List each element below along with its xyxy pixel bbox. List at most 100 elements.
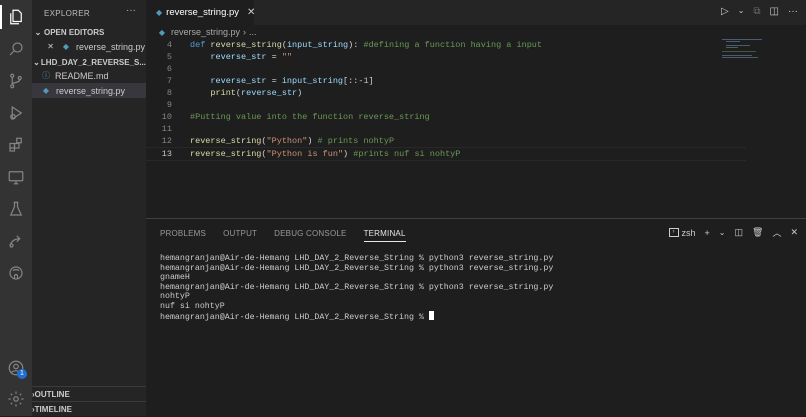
more-actions-icon[interactable]: ··· <box>788 6 798 17</box>
split-editor-icon[interactable]: ◫ <box>770 6 779 17</box>
breadcrumb: ◆ reverse_string.py › ... <box>146 25 806 39</box>
trash-icon[interactable]: 🗑 <box>752 227 763 238</box>
tab-output[interactable]: OUTPUT <box>223 229 257 242</box>
file-name: README.md <box>55 70 109 81</box>
activity-bar: 1 <box>0 0 32 416</box>
compare-icon[interactable]: ⧉ <box>753 6 760 17</box>
code-token: #Putting value into the function reverse… <box>190 112 430 122</box>
more-actions-icon[interactable]: ··· <box>126 5 136 16</box>
maximize-panel-icon[interactable]: ︿ <box>772 226 781 239</box>
breadcrumb-file[interactable]: reverse_string.py <box>171 27 240 37</box>
timeline-label: TIMELINE <box>34 405 73 414</box>
explorer-icon[interactable] <box>6 7 26 27</box>
code-line[interactable]: 10 #Putting value into the function rever… <box>146 111 746 123</box>
explorer-title: EXPLORER <box>44 9 90 18</box>
tab-problems[interactable]: PROBLEMS <box>160 229 206 242</box>
code-line[interactable]: 7 reverse_str = input_string [::- 1] <box>146 75 746 87</box>
tab-bar: ◆ reverse_string.py ✕ ▷ ⌄ ⧉ ◫ ··· <box>146 0 806 25</box>
terminal-output[interactable]: hemangranjan@Air-de-Hemang LHD_DAY_2_Rev… <box>160 254 790 322</box>
code-token: reverse_string <box>190 149 262 159</box>
code-token: ] <box>368 76 374 86</box>
code-line[interactable]: 6 <box>146 63 746 75</box>
tab-debug-console[interactable]: DEBUG CONSOLE <box>274 229 346 242</box>
split-terminal-icon[interactable]: ◫ <box>734 227 743 238</box>
terminal-line: hemangranjan@Air-de-Hemang LHD_DAY_2_Rev… <box>160 263 554 273</box>
python-file-icon: ◆ <box>156 8 163 17</box>
outline-section[interactable]: › OUTLINE <box>32 386 146 402</box>
code-token: #prints nuf si nohtyP <box>353 149 461 159</box>
line-number: 10 <box>161 112 172 122</box>
line-number: 13 <box>161 149 172 159</box>
source-control-icon[interactable] <box>6 71 26 91</box>
code-line[interactable]: 5 reverse_str = "" <box>146 51 746 63</box>
chevron-down-icon: ⌄ <box>34 27 42 37</box>
terminal-line: nuf si nohtyP <box>160 301 225 311</box>
search-icon[interactable] <box>6 39 26 59</box>
code-token: reverse_string <box>190 136 262 146</box>
chevron-down-icon[interactable]: ⌄ <box>719 228 726 237</box>
terminal-line: gnameH <box>160 273 190 282</box>
chevron-down-icon[interactable]: ⌄ <box>738 6 745 17</box>
panel-tabs: PROBLEMS OUTPUT DEBUG CONSOLE TERMINAL <box>160 229 423 242</box>
code-line[interactable]: 8 print(reverse_str) <box>146 87 746 99</box>
minimap[interactable] <box>722 39 792 69</box>
line-number: 4 <box>166 40 172 50</box>
close-panel-icon[interactable]: ✕ <box>790 227 798 238</box>
code-line[interactable]: 11 <box>146 123 746 135</box>
folder-section[interactable]: ⌄ LHD_DAY_2_REVERSE_S... <box>32 55 146 69</box>
code-line[interactable]: 9 <box>146 99 746 111</box>
code-line[interactable]: 12 reverse_string("Python") # prints noht… <box>146 135 746 147</box>
timeline-section[interactable]: › TIMELINE <box>32 401 146 416</box>
terminal-line: hemangranjan@Air-de-Hemang LHD_DAY_2_Rev… <box>160 282 554 292</box>
python-file-icon: ◆ <box>158 27 166 37</box>
remote-explorer-icon[interactable] <box>6 167 26 187</box>
settings-gear-icon[interactable] <box>6 389 26 409</box>
line-number: 5 <box>166 52 172 62</box>
code-token: input_string <box>281 76 344 86</box>
file-name: reverse_string.py <box>56 85 126 96</box>
chevron-right-icon: › <box>243 27 247 37</box>
editor-actions: ▷ ⌄ ⧉ ◫ ··· <box>721 6 798 17</box>
code-token: [::- <box>343 76 364 86</box>
explorer-sidebar: EXPLORER ··· ⌄ OPEN EDITORS ✕ ◆ reverse_… <box>32 0 146 416</box>
line-number: 8 <box>166 88 172 98</box>
run-icon[interactable]: ▷ <box>721 6 729 17</box>
code-line[interactable]: 4 def reverse_string(input_string): #defi… <box>146 39 746 51</box>
extensions-icon[interactable] <box>6 135 26 155</box>
python-file-icon: ◆ <box>62 42 70 51</box>
line-number: 7 <box>166 76 172 86</box>
terminal-line: hemangranjan@Air-de-Hemang LHD_DAY_2_Rev… <box>160 254 554 263</box>
code-token: "Python is fun" <box>266 149 344 159</box>
close-icon[interactable]: ✕ <box>247 7 255 18</box>
close-icon[interactable]: ✕ <box>32 42 54 51</box>
code-token: ): <box>348 40 364 50</box>
tab-terminal[interactable]: TERMINAL <box>363 229 406 242</box>
info-icon: ⓘ <box>42 71 50 80</box>
code-token: reverse_str <box>241 88 298 98</box>
active-indicator <box>0 5 2 29</box>
open-editors-section[interactable]: ⌄ OPEN EDITORS <box>32 25 146 39</box>
code-token: input_string <box>286 40 349 50</box>
open-editors-label: OPEN EDITORS <box>44 27 105 37</box>
code-line[interactable]: 13 reverse_string("Python is fun") #print… <box>146 147 746 161</box>
tab-label: reverse_string.py <box>166 7 240 18</box>
testing-icon[interactable] <box>6 199 26 219</box>
new-terminal-icon[interactable]: + <box>705 228 710 238</box>
terminal-prompt-line[interactable]: hemangranjan@Air-de-Hemang LHD_DAY_2_Rev… <box>160 311 790 322</box>
terminal-line: nohtyP <box>160 292 190 301</box>
file-item-readme[interactable]: ⓘ README.md <box>32 68 146 83</box>
terminal-cursor <box>428 311 434 320</box>
code-token: # prints nohtyP <box>317 136 395 146</box>
code-token: print <box>190 88 236 98</box>
github-icon[interactable] <box>6 263 26 283</box>
code-editor[interactable]: 4 def reverse_string(input_string): #defi… <box>146 39 746 215</box>
live-share-icon[interactable] <box>6 231 26 251</box>
file-item-reverse-string[interactable]: ◆ reverse_string.py <box>32 83 146 98</box>
editor-tab[interactable]: ◆ reverse_string.py ✕ <box>146 0 255 25</box>
open-editor-item[interactable]: ✕ ◆ reverse_string.py <box>32 39 146 54</box>
code-token: ) <box>307 136 318 146</box>
breadcrumb-more[interactable]: ... <box>249 27 257 37</box>
code-token: reverse_str <box>190 52 267 62</box>
run-debug-icon[interactable] <box>6 103 26 123</box>
terminal-shell-selector[interactable]: › zsh <box>668 228 696 238</box>
